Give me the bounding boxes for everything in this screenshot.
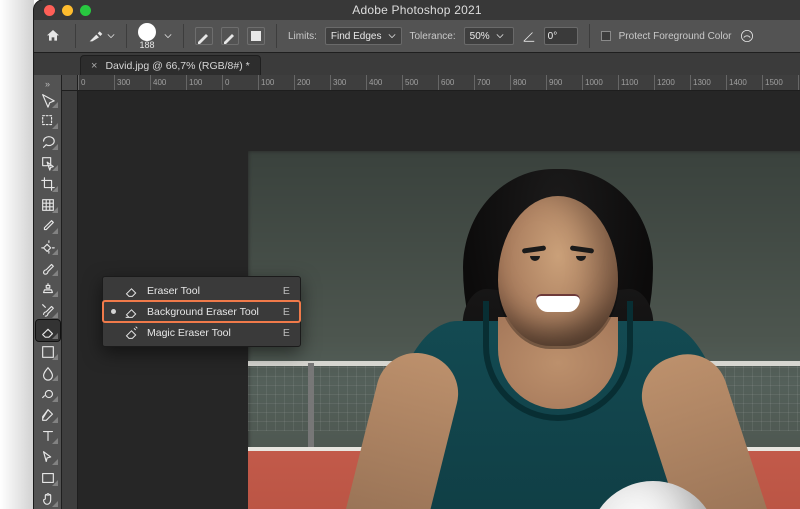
tolerance-label: Tolerance: [410,31,456,42]
document-tab-label: David.jpg @ 66,7% (RGB/8#) * [105,60,249,72]
app-title: Adobe Photoshop 2021 [34,3,800,17]
protect-foreground-label: Protect Foreground Color [619,31,732,42]
ruler-tick: 1300 [690,75,726,90]
brush-size-value: 188 [139,41,154,50]
ruler-origin[interactable] [62,75,78,91]
limits-select[interactable]: Find Edges [325,27,402,45]
ruler-tick: 100 [258,75,294,90]
selected-indicator-icon [111,309,116,314]
ruler-tick: 300 [114,75,150,90]
close-tab-icon[interactable]: × [91,60,97,72]
flyout-item-shortcut: E [267,327,290,339]
hand-tool[interactable] [36,488,60,509]
ruler-tick: 1400 [726,75,762,90]
flyout-item-shortcut: E [267,285,290,297]
object-select-tool[interactable] [36,152,60,173]
healing-brush-tool[interactable] [36,236,60,257]
eyedropper-tool[interactable] [36,215,60,236]
ruler-tick: 1500 [762,75,798,90]
ruler-tick: 600 [438,75,474,90]
ruler-tick: 400 [150,75,186,90]
rectangle-tool[interactable] [36,467,60,488]
sampling-swatch-button[interactable] [247,27,265,45]
ruler-tick: 0 [78,75,114,90]
limits-label: Limits: [288,31,317,42]
ruler-tick: 800 [510,75,546,90]
crop-tool[interactable] [36,173,60,194]
path-select-tool[interactable] [36,446,60,467]
protect-foreground-checkbox[interactable] [601,31,611,41]
chevron-down-icon[interactable] [164,32,172,40]
flyout-item-label: Background Eraser Tool [147,306,259,318]
flyout-item-shortcut: E [267,306,290,318]
document-tab[interactable]: × David.jpg @ 66,7% (RGB/8#) * [80,55,261,75]
home-button[interactable] [42,25,64,47]
toolbox-chevron-icon[interactable]: » [36,78,60,89]
titlebar: Adobe Photoshop 2021 [34,0,800,20]
eraser-tool[interactable] [36,320,60,341]
ruler-tick: 1000 [582,75,618,90]
type-tool[interactable] [36,425,60,446]
move-tool[interactable] [36,89,60,110]
frame-tool[interactable] [36,194,60,215]
ruler-tick: 0 [222,75,258,90]
flyout-item-background-eraser-tool[interactable]: Background Eraser Tool E [103,301,300,322]
flyout-item-label: Magic Eraser Tool [147,327,231,339]
tools-panel: » [34,75,62,509]
limits-value: Find Edges [331,31,382,42]
sampling-continuous-button[interactable] [195,27,213,45]
ruler-tick: 900 [546,75,582,90]
ruler-tick: 500 [402,75,438,90]
tolerance-value: 50% [470,31,490,42]
tolerance-input[interactable]: 50% [464,27,514,45]
ruler-tick: 1100 [618,75,654,90]
ruler-tick: 1200 [654,75,690,90]
vertical-ruler[interactable] [62,75,78,509]
eraser-icon [124,283,139,298]
tool-preset-picker[interactable] [87,28,115,44]
document-image [248,151,800,509]
angle-input[interactable] [544,27,578,45]
pressure-toggle-icon[interactable] [739,28,755,44]
ruler-tick: 700 [474,75,510,90]
eraser-icon [124,325,139,340]
horizontal-ruler[interactable]: 0300400100010020030040050060070080090010… [78,75,800,91]
ruler-tick: 400 [366,75,402,90]
document-tab-bar: × David.jpg @ 66,7% (RGB/8#) * [34,53,800,75]
history-brush-tool[interactable] [36,299,60,320]
eraser-tool-flyout: Eraser ToolEBackground Eraser ToolEMagic… [102,276,301,347]
gradient-tool[interactable] [36,341,60,362]
flyout-item-eraser-tool[interactable]: Eraser Tool E [103,280,300,301]
brush-preset-picker[interactable]: 188 [138,23,156,50]
ruler-tick: 200 [294,75,330,90]
app-window: Adobe Photoshop 2021 188 Limits: Find Ed… [34,0,800,509]
flyout-item-label: Eraser Tool [147,285,200,297]
blur-tool[interactable] [36,362,60,383]
lasso-tool[interactable] [36,131,60,152]
dodge-tool[interactable] [36,383,60,404]
eraser-icon [124,304,139,319]
ruler-tick: 300 [330,75,366,90]
brush-preview-icon [138,23,156,41]
pen-tool[interactable] [36,404,60,425]
ruler-tick: 100 [186,75,222,90]
angle-icon [522,29,536,43]
sampling-once-button[interactable] [221,27,239,45]
brush-tool[interactable] [36,257,60,278]
marquee-tool[interactable] [36,110,60,131]
options-bar: 188 Limits: Find Edges Tolerance: 50% Pr… [34,20,800,53]
flyout-item-magic-eraser-tool[interactable]: Magic Eraser Tool E [103,322,300,343]
clone-stamp-tool[interactable] [36,278,60,299]
